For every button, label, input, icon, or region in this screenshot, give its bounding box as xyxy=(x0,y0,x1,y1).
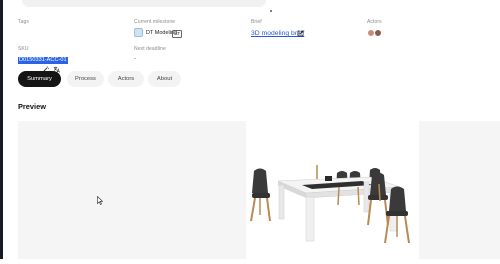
mouse-cursor-icon xyxy=(97,196,103,205)
preview-title: Preview xyxy=(18,102,46,111)
tab-about[interactable]: About xyxy=(148,71,181,87)
brief-label: Brief xyxy=(251,19,262,25)
avatar[interactable] xyxy=(374,29,382,37)
top-card xyxy=(22,0,266,7)
actors-label: Actors xyxy=(367,19,382,25)
deadline-value: - xyxy=(134,56,136,62)
preview-image[interactable] xyxy=(246,121,419,259)
sku-label: SKU xyxy=(18,46,29,52)
deadline-label: Next deadline xyxy=(134,46,166,52)
tab-process[interactable]: Process xyxy=(67,71,104,87)
preview-area xyxy=(18,121,500,259)
dining-table-image xyxy=(250,165,410,244)
dot-icon xyxy=(270,10,272,12)
tags-label: Tags xyxy=(18,19,29,25)
tab-actors[interactable]: Actors xyxy=(108,71,144,87)
milestone-icon xyxy=(134,28,143,37)
preview-panel-right[interactable] xyxy=(419,121,500,259)
milestone-badge: AT xyxy=(172,30,183,38)
sku-value[interactable]: D0150331-ACC-01 xyxy=(18,57,68,64)
milestone-label: Current milestone xyxy=(134,19,176,25)
tab-summary[interactable]: Summary xyxy=(18,71,61,87)
external-link-icon[interactable] xyxy=(297,30,304,37)
left-rail xyxy=(0,0,3,259)
preview-panel-left[interactable] xyxy=(18,121,246,259)
